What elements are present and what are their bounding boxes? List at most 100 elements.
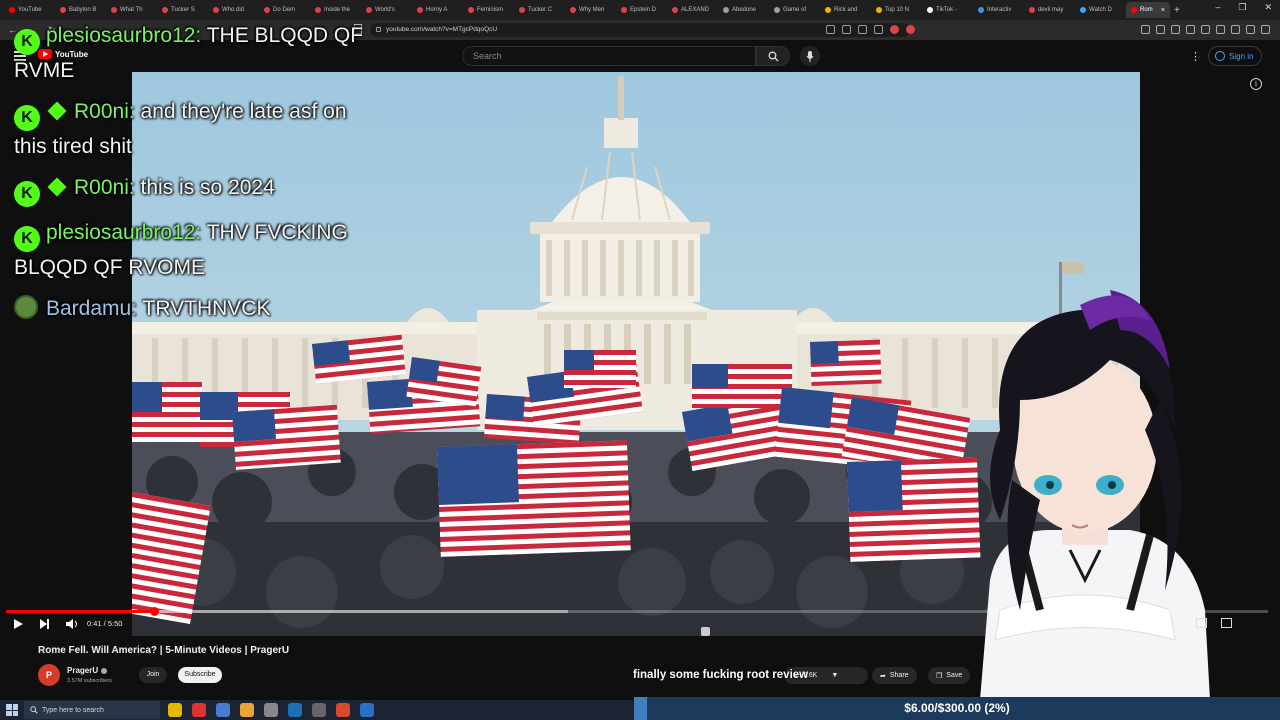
minimize-icon[interactable]: – (1215, 2, 1220, 13)
vtuber-avatar (980, 290, 1210, 700)
more-options-icon[interactable]: ⋮ (1190, 50, 1201, 63)
subscribe-button[interactable]: Subscribe (178, 667, 222, 683)
voice-search-button[interactable] (800, 46, 820, 66)
zoom-icon[interactable] (842, 25, 851, 34)
extension-icon[interactable] (1156, 25, 1165, 34)
browser-tab[interactable]: Rick and (820, 2, 871, 18)
tab-favicon-icon (468, 7, 474, 13)
progress-bar[interactable] (6, 607, 1268, 616)
taskbar-search-input[interactable]: Type here to search (24, 701, 160, 719)
sign-in-button[interactable]: Sign in (1208, 46, 1263, 66)
fullscreen-icon[interactable] (1221, 618, 1232, 628)
app-icon[interactable] (192, 703, 206, 717)
vscode-icon[interactable] (360, 703, 374, 717)
close-window-icon[interactable]: ✕ (1264, 2, 1272, 13)
share-label: Share (889, 672, 909, 679)
browser-tab[interactable]: Top 10 N (871, 2, 922, 18)
warning-icon[interactable] (906, 25, 915, 34)
share-button[interactable]: ➦ Share (872, 667, 917, 684)
tab-favicon-icon (519, 7, 525, 13)
profile-icon[interactable] (1246, 25, 1255, 34)
brave-icon[interactable] (336, 703, 350, 717)
site-info-icon[interactable] (376, 27, 381, 32)
browser-tab[interactable]: Abedone (718, 2, 769, 18)
search-input[interactable]: Search (462, 46, 756, 66)
browser-tab[interactable]: What Th (106, 2, 157, 18)
browser-tab[interactable]: ALEXAND (667, 2, 718, 18)
extension-icon[interactable] (1231, 25, 1240, 34)
tab-label: Tucker S (171, 7, 195, 13)
kick-badge-icon: K (14, 29, 40, 55)
channel-name[interactable]: PragerU (67, 666, 108, 675)
shield-icon[interactable] (890, 25, 899, 34)
extension-icon[interactable] (1141, 25, 1150, 34)
tab-label: ALEXAND (681, 7, 710, 13)
browser-tab[interactable]: Epstein D (616, 2, 667, 18)
browser-tab[interactable]: Feminism (463, 2, 514, 18)
browser-tab[interactable]: TikTok - (922, 2, 973, 18)
extension-icon[interactable] (1171, 25, 1180, 34)
browser-tab[interactable]: Do Dem (259, 2, 310, 18)
extension-icon[interactable] (1186, 25, 1195, 34)
browser-tab[interactable]: Horny A (412, 2, 463, 18)
tab-label: Feminism (477, 7, 504, 13)
scrubber-handle[interactable] (149, 607, 159, 616)
extension-icon[interactable] (1216, 25, 1225, 34)
windows-start-icon[interactable] (6, 704, 18, 716)
next-video-icon[interactable] (40, 619, 50, 629)
steam-icon[interactable] (288, 703, 302, 717)
share-page-icon[interactable] (858, 25, 867, 34)
close-tab-icon[interactable]: × (1161, 7, 1165, 14)
browser-tab[interactable]: Tucker S (157, 2, 208, 18)
browser-tab[interactable]: Watch D (1075, 2, 1126, 18)
file-explorer-icon[interactable] (168, 703, 182, 717)
join-button[interactable]: Join (139, 667, 167, 683)
chat-message: Kplesiosaurbro12: THE BLQQD QF RVME (14, 20, 374, 87)
thumbs-down-icon[interactable]: ▼ (831, 672, 838, 679)
browser-tab[interactable]: Why Men (565, 2, 616, 18)
chat-username: R00ni: (74, 100, 135, 123)
play-icon[interactable] (14, 619, 23, 629)
theater-mode-icon[interactable] (1196, 618, 1207, 628)
donation-caption: finally some fucking root review (633, 669, 809, 681)
info-icon[interactable]: i (1250, 78, 1262, 90)
app-icon[interactable] (312, 703, 326, 717)
tab-label: Watch D (1089, 7, 1112, 13)
browser-tab[interactable]: Tucker C (514, 2, 565, 18)
subscriber-count: 3.57M subscribers (67, 678, 112, 684)
tab-favicon-icon (927, 7, 933, 13)
save-button[interactable]: ❐ Save (928, 667, 971, 684)
extension-icon[interactable] (1201, 25, 1210, 34)
app-icon[interactable] (264, 703, 278, 717)
browser-tab[interactable]: YouTube (4, 2, 55, 18)
browser-tab[interactable]: Game of (769, 2, 820, 18)
tab-favicon-icon (978, 7, 984, 13)
app-icon[interactable] (216, 703, 230, 717)
browser-tab[interactable]: Interactiv (973, 2, 1024, 18)
chat-message: K R00ni: and they're late asf on this tir… (14, 96, 374, 163)
browser-tab[interactable]: Babylon B (55, 2, 106, 18)
restore-icon[interactable]: ❐ (1238, 2, 1246, 13)
browser-tab-active[interactable]: Rom × (1126, 2, 1170, 18)
volume-icon[interactable] (66, 618, 78, 630)
tab-label: What Th (120, 7, 143, 13)
star-icon[interactable] (874, 25, 883, 34)
browser-tab[interactable]: devil may (1024, 2, 1075, 18)
new-tab-icon[interactable]: + (1174, 5, 1180, 16)
install-app-icon[interactable] (826, 25, 835, 34)
tab-favicon-icon (9, 7, 15, 13)
tab-label: YouTube (18, 7, 42, 13)
tab-favicon-icon (264, 7, 270, 13)
tab-label: Rick and (834, 7, 858, 13)
channel-avatar[interactable]: P (38, 664, 60, 686)
browser-tab[interactable]: Who did (208, 2, 259, 18)
chrome-icon[interactable] (240, 703, 254, 717)
search-button[interactable] (756, 46, 790, 66)
tab-label: Game of (783, 7, 807, 13)
chat-username: R00ni: (74, 176, 135, 199)
browser-tab[interactable]: World's (361, 2, 412, 18)
browser-tab[interactable]: Inside the (310, 2, 361, 18)
tab-label: Horny A (426, 7, 448, 13)
menu-icon[interactable] (1261, 25, 1270, 34)
time-display: 0:41 / 5:50 (87, 619, 123, 628)
